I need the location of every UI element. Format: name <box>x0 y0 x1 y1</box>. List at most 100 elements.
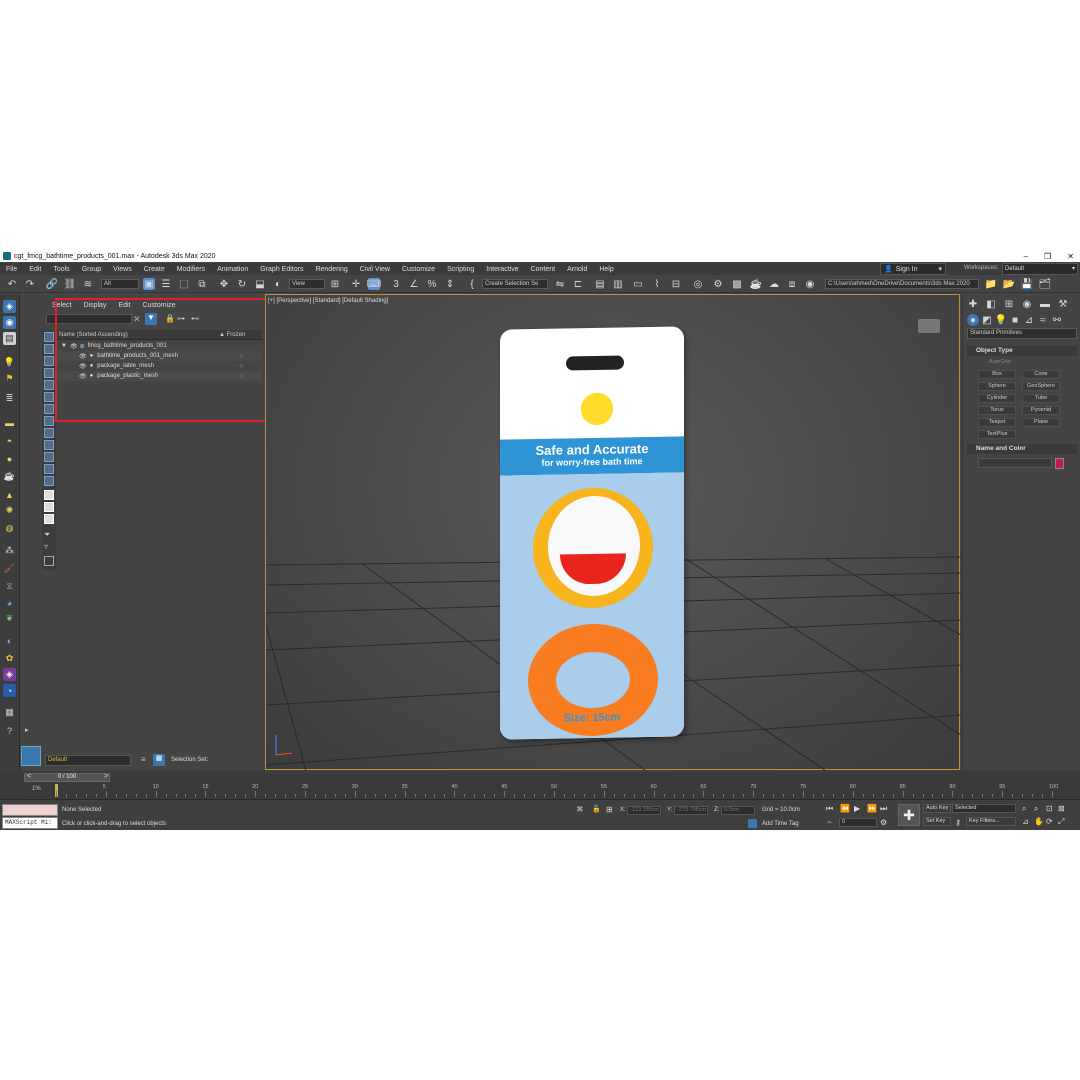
pivot-icon[interactable]: ⊞ <box>329 278 341 290</box>
menu-civil-view[interactable]: Civil View <box>354 266 396 273</box>
menu-modifiers[interactable]: Modifiers <box>171 266 211 273</box>
menu-tools[interactable]: Tools <box>47 266 75 273</box>
add-time-tag-button[interactable]: Add Time Tag <box>762 821 799 827</box>
object-name-input[interactable] <box>978 458 1052 468</box>
textplus-button[interactable]: TextPlus <box>978 430 1016 439</box>
plant-icon[interactable]: ❦ <box>3 612 16 625</box>
x-coordinate-field[interactable]: -123.189cm <box>627 806 661 815</box>
move-icon[interactable]: ✥ <box>218 278 230 290</box>
play-icon[interactable]: ▶ <box>854 804 860 813</box>
time-tag-icon[interactable] <box>748 819 757 828</box>
z-coordinate-field[interactable]: 0.0cm <box>721 806 755 815</box>
funnel-icon[interactable]: ⏷ <box>44 530 54 540</box>
place-icon[interactable]: ◐ <box>272 278 284 290</box>
teapot-object-icon[interactable]: ☕ <box>3 470 16 483</box>
object-type-rollout[interactable]: Object Type <box>967 346 1077 356</box>
display-cameras-icon[interactable] <box>44 368 54 378</box>
selection-lock-icon[interactable]: 🔓 <box>592 805 601 813</box>
key-filters-button[interactable]: Key Filters... <box>966 817 1016 826</box>
viewcube[interactable] <box>918 319 940 333</box>
named-selection-set-dropdown[interactable]: Create Selection Se <box>482 279 548 289</box>
menu-file[interactable]: File <box>0 266 23 273</box>
light-icon[interactable]: 💡 <box>3 356 16 369</box>
keyboard-shortcut-override-icon[interactable]: ⌨ <box>367 278 381 290</box>
folder-options-icon[interactable]: 🗂 <box>1039 278 1052 290</box>
display-children-icon[interactable] <box>44 514 54 524</box>
menu-help[interactable]: Help <box>593 266 619 273</box>
helpers-icon[interactable]: ≣ <box>3 392 16 405</box>
curve-editor-icon[interactable]: ⌇ <box>651 278 663 290</box>
display-spacewarps-icon[interactable] <box>44 392 54 402</box>
y-coordinate-field[interactable]: -273.706cm <box>674 806 708 815</box>
scroll-arrow-icon[interactable]: ▸ <box>25 726 29 734</box>
render-in-cloud-icon[interactable]: ☁ <box>768 278 780 290</box>
object-color-swatch[interactable] <box>1055 458 1064 469</box>
go-to-start-icon[interactable]: ⏮ <box>826 804 833 814</box>
menu-arnold[interactable]: Arnold <box>561 266 593 273</box>
modify-icon[interactable]: ◉ <box>3 316 16 329</box>
current-frame-field[interactable]: 0 <box>839 818 877 827</box>
perspective-viewport[interactable]: [+] [Perspective] [Standard] [Default Sh… <box>265 294 961 771</box>
lights-icon[interactable]: 💡 <box>995 314 1007 326</box>
toggle-scene-explorer-icon[interactable]: ▤ <box>594 278 606 290</box>
snaps-toggle-icon[interactable]: 3 <box>390 278 402 290</box>
geosphere-button[interactable]: GeoSphere <box>1022 382 1060 391</box>
link-icon[interactable]: 🔗 <box>46 278 58 290</box>
display-shapes-icon[interactable] <box>44 344 54 354</box>
display-none-icon[interactable] <box>44 490 54 500</box>
toggle-ribbon-icon[interactable]: ▭ <box>632 278 644 290</box>
layer-dropdown[interactable]: Default <box>45 755 131 766</box>
key-mode-icon[interactable]: ⇔ <box>826 819 833 826</box>
display-frozen-icon[interactable] <box>44 452 54 462</box>
menu-content[interactable]: Content <box>525 266 562 273</box>
autogrid-checkbox[interactable]: AutoGrid <box>989 359 1011 365</box>
scale-icon[interactable]: ⬓ <box>254 278 266 290</box>
absolute-mode-icon[interactable]: ⊞ <box>606 805 613 814</box>
render-setup-icon[interactable]: ⚙ <box>712 278 724 290</box>
particles-icon[interactable]: ⁂ <box>3 544 16 557</box>
pan-icon[interactable]: ✋ <box>1034 817 1044 826</box>
menu-edit[interactable]: Edit <box>23 266 47 273</box>
window-crossing-icon[interactable]: ⧉ <box>196 278 208 290</box>
torus-button[interactable]: Torus <box>978 406 1016 415</box>
sphere-object-icon[interactable]: ● <box>3 452 16 465</box>
arnold-render-icon[interactable]: ◉ <box>804 278 816 290</box>
rendered-frame-window-icon[interactable]: ▩ <box>731 278 743 290</box>
spacewarps-icon[interactable]: ≈ <box>1037 314 1049 326</box>
maxscript-input[interactable]: MAXScript Mi: <box>2 817 58 829</box>
menu-rendering[interactable]: Rendering <box>309 266 353 273</box>
utilities-tab-icon[interactable]: ⚒ <box>1057 298 1069 310</box>
zoom-extents-all-icon[interactable]: ⊠ <box>1058 804 1065 813</box>
select-manipulate-icon[interactable]: ✛ <box>350 278 362 290</box>
select-by-name-icon[interactable]: ☰ <box>160 278 172 290</box>
orbit-icon[interactable]: ⟳ <box>1046 817 1053 826</box>
isolate-selection-icon[interactable]: ✖ <box>576 804 584 815</box>
workspace-dropdown[interactable]: Default ▾ <box>1002 263 1078 275</box>
edit-named-selection-icon[interactable]: { <box>466 278 478 290</box>
torus-object-icon[interactable]: ◍ <box>3 522 16 535</box>
open-file-icon[interactable]: 📂 <box>1003 278 1015 290</box>
cameras-icon[interactable]: ■ <box>1009 314 1021 326</box>
invert-display-icon[interactable] <box>44 502 54 512</box>
substance-icon[interactable]: ◈ <box>3 668 16 681</box>
spinner-snap-icon[interactable]: ⇕ <box>444 278 456 290</box>
layer-explorer-icon[interactable] <box>21 746 41 766</box>
align-icon[interactable]: ⊏ <box>572 278 584 290</box>
cone-button[interactable]: Cone <box>1022 370 1060 379</box>
display-xrefs-icon[interactable] <box>44 416 54 426</box>
set-key-big-button[interactable]: ✚ <box>898 804 920 826</box>
undo-icon[interactable]: ↶ <box>6 278 18 290</box>
zoom-icon[interactable]: ⌕ <box>1022 804 1026 814</box>
schematic-view-icon[interactable]: ⊟ <box>670 278 682 290</box>
cylinder-button[interactable]: Cylinder <box>978 394 1016 403</box>
hierarchy-icon[interactable]: ▤ <box>3 332 16 345</box>
geometry-icon[interactable]: ● <box>967 314 979 326</box>
prev-frame-arrow-icon[interactable]: < <box>27 773 31 780</box>
menu-customize[interactable]: Customize <box>396 266 441 273</box>
box-object-icon[interactable]: ▬ <box>3 416 16 429</box>
teapot-button[interactable]: Teapot <box>978 418 1016 427</box>
systems-icon[interactable]: ⚯ <box>1051 314 1063 326</box>
plane-button[interactable]: Plane <box>1022 418 1060 427</box>
track-bar[interactable]: 1% 5 10 15 20 25 30 35 40 45 50 55 60 65 70 75 80 85 90 95… <box>24 784 1080 797</box>
menu-animation[interactable]: Animation <box>211 266 254 273</box>
